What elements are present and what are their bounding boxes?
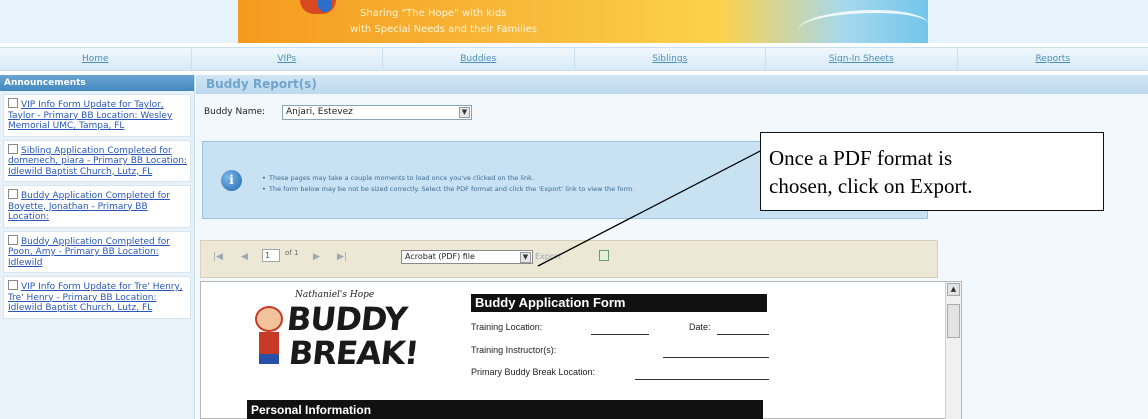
callout-annotation: Once a PDF format is chosen, click on Ex… (760, 132, 1104, 211)
date-line (717, 334, 769, 335)
date-label: Date: (689, 322, 711, 332)
announcement-item: Sibling Application Completed for domene… (3, 139, 191, 182)
info-text-line: These pages may take a couple moments to… (262, 174, 669, 183)
training-location-label: Training Location: (471, 322, 543, 332)
buddy-break-logo: Nathaniel's Hope BUDDY BREAK! (247, 286, 420, 380)
primary-location-line (635, 379, 769, 380)
announcement-link[interactable]: VIP Info Form Update for Taylor, Taylor … (8, 100, 172, 131)
first-page-icon[interactable]: |◀ (213, 252, 223, 262)
logo-word-buddy: BUDDY (285, 300, 409, 338)
announcement-checkbox[interactable] (8, 234, 18, 245)
announcement-item: Buddy Application Completed for Poon, Am… (3, 230, 191, 273)
report-scrollbar[interactable]: ▲ (945, 282, 961, 419)
page-title: Buddy Report(s) (206, 77, 317, 91)
page-number-input[interactable]: 1 (262, 249, 280, 262)
form-title: Buddy Application Form (471, 294, 767, 312)
scroll-thumb[interactable] (947, 304, 960, 338)
announcement-checkbox[interactable] (8, 280, 18, 290)
training-instructor-label: Training Instructor(s): (471, 345, 557, 355)
banner-wave-graphic (798, 10, 928, 44)
header-banner: Sharing "The Hope" with kids with Specia… (0, 0, 1148, 43)
nav-sign-in-sheets[interactable]: Sign-In Sheets (766, 48, 958, 70)
announcement-item: Buddy Application Completed for Boyette,… (3, 185, 191, 228)
chevron-down-icon[interactable]: ▼ (520, 252, 531, 263)
training-instructor-line (663, 357, 769, 358)
export-format-value: Acrobat (PDF) file (405, 252, 475, 261)
chevron-down-icon[interactable]: ▼ (459, 107, 470, 118)
page-count-label: of 1 (285, 249, 299, 257)
announcement-link[interactable]: Buddy Application Completed for Boyette,… (8, 191, 170, 222)
personal-information-heading: Personal Information (247, 400, 763, 419)
training-location-line (591, 334, 649, 335)
announcement-item: VIP Info Form Update for Taylor, Taylor … (3, 94, 191, 137)
announcement-link[interactable]: Buddy Application Completed for Poon, Am… (8, 237, 170, 268)
banner-tagline-line1: Sharing "The Hope" with kids (360, 8, 507, 19)
announcements-sidebar: Announcements VIP Info Form Update for T… (0, 75, 195, 419)
info-icon: i (221, 170, 242, 191)
announcement-item: VIP Info Form Update for Tre' Henry, Tre… (3, 276, 191, 319)
buddy-name-select[interactable]: Anjari, Estevez ▼ (282, 105, 472, 120)
previous-page-icon[interactable]: ◀ (241, 252, 248, 262)
banner-image: Sharing "The Hope" with kids with Specia… (238, 0, 928, 43)
callout-text-line2: chosen, click on Export. (769, 174, 973, 198)
announcement-checkbox[interactable] (8, 143, 18, 154)
info-text-line: The form below may be not be sized corre… (262, 185, 669, 194)
buddy-name-label: Buddy Name: (204, 107, 266, 117)
nav-buddies[interactable]: Buddies (383, 48, 575, 70)
announcement-checkbox[interactable] (8, 189, 18, 199)
callout-text-line1: Once a PDF format is (769, 146, 953, 170)
nav-vips[interactable]: VIPs (192, 48, 383, 70)
main-navigation: Home VIPs Buddies Siblings Sign-In Sheet… (0, 47, 1148, 71)
nav-reports[interactable]: Reports (958, 48, 1148, 70)
banner-tagline-line2: with Special Needs and their Families (350, 24, 537, 35)
logo-org-name: Nathaniel's Hope (295, 290, 375, 300)
last-page-icon[interactable]: ▶| (337, 252, 347, 262)
nav-home[interactable]: Home (0, 48, 192, 70)
nav-siblings[interactable]: Siblings (575, 48, 766, 70)
page-title-bar: Buddy Report(s) (196, 75, 1148, 94)
export-format-select[interactable]: Acrobat (PDF) file ▼ (401, 250, 533, 264)
announcement-checkbox[interactable] (8, 98, 18, 108)
buddy-name-value: Anjari, Estevez (286, 107, 353, 117)
report-viewer-toolbar: |◀ ◀ 1 of 1 ▶ ▶| Acrobat (PDF) file ▼ Ex… (200, 240, 938, 278)
logo-word-break: BREAK! (287, 334, 421, 372)
scroll-up-icon[interactable]: ▲ (947, 283, 960, 296)
announcements-title: Announcements (0, 75, 194, 91)
next-page-icon[interactable]: ▶ (313, 252, 320, 262)
main-content: Buddy Report(s) Buddy Name: Anjari, Este… (196, 75, 1148, 419)
report-preview: Nathaniel's Hope BUDDY BREAK! Buddy Appl… (200, 281, 962, 419)
primary-location-label: Primary Buddy Break Location: (471, 367, 596, 377)
refresh-icon[interactable] (599, 250, 609, 261)
export-link[interactable]: Export (535, 252, 561, 261)
announcement-link[interactable]: VIP Info Form Update for Tre' Henry, Tre… (8, 282, 183, 313)
announcement-link[interactable]: Sibling Application Completed for domene… (8, 146, 187, 177)
